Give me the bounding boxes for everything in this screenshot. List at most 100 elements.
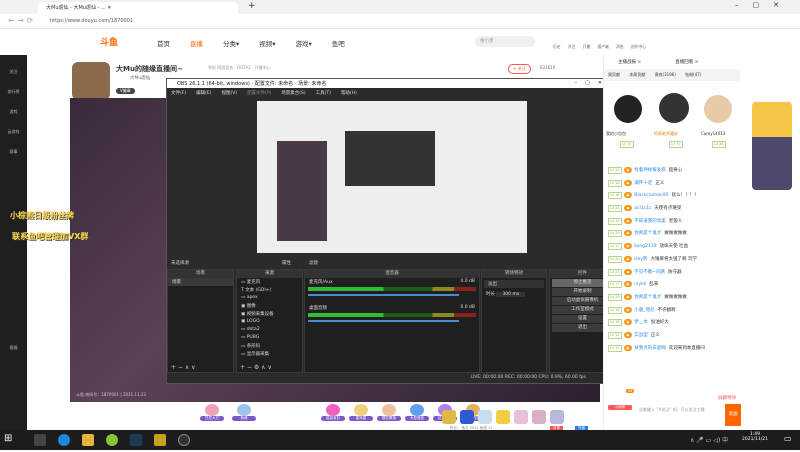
window-controls[interactable]: –▢✕ bbox=[735, 1, 793, 9]
menu-profile[interactable]: 配置文件(P) bbox=[247, 91, 271, 96]
chat-username[interactable]: 伊__木 bbox=[634, 320, 648, 325]
source-item[interactable]: ▭ PUBG bbox=[237, 334, 302, 342]
chat-username[interactable]: Blackcaiman95 bbox=[634, 193, 668, 198]
tab-rank[interactable]: 周贡献 bbox=[608, 72, 620, 77]
source-item[interactable]: ▣ LOGO bbox=[237, 318, 302, 326]
edge-icon[interactable] bbox=[58, 434, 70, 446]
search-input[interactable]: 搜小黑 bbox=[475, 36, 535, 47]
gift-item[interactable]: 大型魔盒 bbox=[405, 404, 429, 421]
app-icon[interactable] bbox=[106, 434, 118, 446]
sidebar-cloud-game[interactable]: 云游戏 bbox=[0, 129, 27, 135]
chat-username[interactable]: Hey熊 bbox=[634, 257, 647, 262]
browser-tab[interactable]: 大Mu虐仙 - 大Mu虐仙 - ... ✕ bbox=[38, 2, 238, 14]
back-forward-icons[interactable]: ← → ⟳ bbox=[8, 16, 33, 25]
replay-link[interactable]: 直播回看 > bbox=[675, 60, 698, 65]
gift-item[interactable]: 星辉星 bbox=[349, 404, 373, 421]
explorer-icon[interactable] bbox=[82, 434, 94, 446]
obs-icon[interactable] bbox=[178, 434, 190, 446]
block-effects-toggle[interactable]: 屏蔽特效 bbox=[608, 395, 736, 401]
new-tab-icon[interactable]: + bbox=[248, 1, 256, 11]
chat-username[interactable]: kong2119 bbox=[634, 244, 656, 249]
volume-slider[interactable] bbox=[308, 320, 459, 322]
follow-button[interactable]: + 关注 bbox=[508, 64, 531, 74]
tab-vip[interactable]: 贵宾(3196) bbox=[655, 72, 676, 77]
source-item[interactable]: ▭ 显示器采集 bbox=[237, 350, 302, 358]
filters-button[interactable]: 滤镜 bbox=[309, 260, 318, 266]
header-icons[interactable]: 历史 关注 开播 客户端 消息 创作中心 bbox=[553, 44, 646, 50]
tray-icons[interactable]: ∧ 🎤 ▭ ◁) 中 bbox=[690, 435, 728, 444]
chat-username[interactable]: inykk bbox=[634, 282, 646, 287]
transition-select[interactable]: 淡出 bbox=[484, 280, 544, 288]
nav-category[interactable]: 分类▾ bbox=[223, 40, 239, 48]
chat-username[interactable]: 不见不散~同路 bbox=[634, 270, 665, 275]
nav-game[interactable]: 游戏▾ bbox=[296, 40, 312, 48]
chat-input[interactable]: 说着输入 "#关注" 吧，可以关注主播 bbox=[636, 404, 724, 426]
chat-username[interactable]: 实战型 bbox=[634, 333, 648, 338]
scene-item[interactable]: 场景 bbox=[168, 278, 233, 286]
tab-week[interactable]: 本周贡献 bbox=[629, 72, 645, 77]
menu-edit[interactable]: 编辑(E) bbox=[196, 91, 211, 96]
app-icon[interactable] bbox=[154, 434, 166, 446]
properties-button[interactable]: 属性 bbox=[282, 260, 291, 266]
menu-scene-collection[interactable]: 场景集合(S) bbox=[281, 91, 305, 96]
source-item[interactable]: ▭ 条形码 bbox=[237, 342, 302, 350]
chat-username[interactable]: 扶我点的去虐啊 bbox=[634, 346, 666, 351]
sidebar-ranking[interactable]: 排行榜 bbox=[0, 89, 27, 95]
source-item[interactable]: ▭ 麦克风 bbox=[237, 278, 302, 286]
gift-thumbnails[interactable] bbox=[440, 406, 566, 428]
sidebar-service[interactable]: 客服 bbox=[0, 345, 27, 351]
menu-help[interactable]: 帮助(H) bbox=[341, 91, 357, 96]
nav-yuba[interactable]: 鱼吧 bbox=[332, 40, 345, 48]
chat-username[interactable]: 小鹿_瑶尼 bbox=[634, 308, 654, 313]
douyu-logo[interactable]: 斗鱼 bbox=[100, 35, 118, 48]
start-icon[interactable]: ⊞ bbox=[4, 433, 12, 444]
source-item[interactable]: ▭ dota2 bbox=[237, 326, 302, 334]
notification-icon[interactable]: ▭ bbox=[784, 434, 792, 443]
source-item[interactable]: ▣ 视频采集设备 bbox=[237, 310, 302, 318]
menu-tools[interactable]: 工具(T) bbox=[316, 91, 331, 96]
scene-controls[interactable]: + − ∧ ∨ bbox=[171, 364, 196, 371]
sidebar-events[interactable]: 赛事 bbox=[0, 149, 27, 155]
chat-username[interactable]: acl1c1c bbox=[634, 206, 651, 211]
fans-medal[interactable]: 小棕熊 bbox=[608, 405, 632, 410]
duration-input[interactable]: 300 ms bbox=[496, 292, 526, 297]
chat-messages[interactable]: LV 20 ◆ 找着神样报发病 超奇心 LV 18 ◆ 满怀十足 正义 LV 16 ◆ Blackc… bbox=[604, 165, 740, 355]
contributor-avatar[interactable] bbox=[704, 95, 732, 123]
contributor-avatar[interactable] bbox=[614, 95, 642, 123]
chat-username[interactable]: 不知道我的温柔 bbox=[634, 219, 666, 224]
sidebar-follow[interactable]: 关注 bbox=[0, 69, 27, 75]
chat-username[interactable]: 你真是个鬼才 bbox=[634, 295, 661, 300]
gift-item[interactable]: 任意大方 bbox=[200, 404, 224, 421]
source-item[interactable]: T 文本 (GDI+) bbox=[237, 286, 302, 294]
chat-username[interactable]: 你真是个鬼才 bbox=[634, 231, 661, 236]
menu-file[interactable]: 文件(F) bbox=[171, 91, 186, 96]
steam-icon[interactable] bbox=[130, 434, 142, 446]
obs-preview[interactable] bbox=[257, 101, 527, 253]
nav-live[interactable]: 直播 bbox=[190, 40, 203, 48]
source-controls[interactable]: + − ⚙ ∧ ∨ bbox=[240, 364, 272, 371]
contributor-avatar[interactable] bbox=[659, 93, 689, 123]
gift-item[interactable]: 鱼情 bbox=[232, 404, 256, 421]
source-item[interactable]: ▭ apex bbox=[237, 294, 302, 302]
volume-slider[interactable] bbox=[308, 294, 459, 296]
v-badge[interactable]: V徽章 bbox=[116, 88, 135, 94]
streamer-report-link[interactable]: 主播战报 > bbox=[618, 60, 641, 65]
streamer-name[interactable]: 大Mu虐仙 bbox=[130, 75, 150, 81]
send-button[interactable]: 发送 bbox=[725, 404, 741, 426]
streamer-avatar[interactable] bbox=[72, 62, 110, 100]
nav-home[interactable]: 首页 bbox=[157, 40, 170, 48]
url-input[interactable]: https://www.douyu.com/1870001 bbox=[42, 16, 582, 27]
menu-view[interactable]: 视图(V) bbox=[221, 91, 237, 96]
gift-item[interactable]: 樱花飘落 bbox=[377, 404, 401, 421]
source-item[interactable]: ▣ 图像 bbox=[237, 302, 302, 310]
sidebar-games[interactable]: 游戏 bbox=[0, 109, 27, 115]
nav-video[interactable]: 视频▾ bbox=[259, 40, 275, 48]
chat-username[interactable]: 找着神样报发病 bbox=[634, 168, 666, 173]
clock[interactable]: 1:49 2021/11/21 bbox=[742, 432, 768, 442]
audio-meter bbox=[308, 313, 476, 317]
event-banner[interactable] bbox=[752, 102, 792, 190]
chat-username[interactable]: 满怀十足 bbox=[634, 181, 652, 186]
gift-item[interactable]: 能量宝石 bbox=[321, 404, 345, 421]
tab-diamond[interactable]: 钻粉(47) bbox=[685, 72, 701, 77]
task-view-icon[interactable] bbox=[34, 434, 46, 446]
